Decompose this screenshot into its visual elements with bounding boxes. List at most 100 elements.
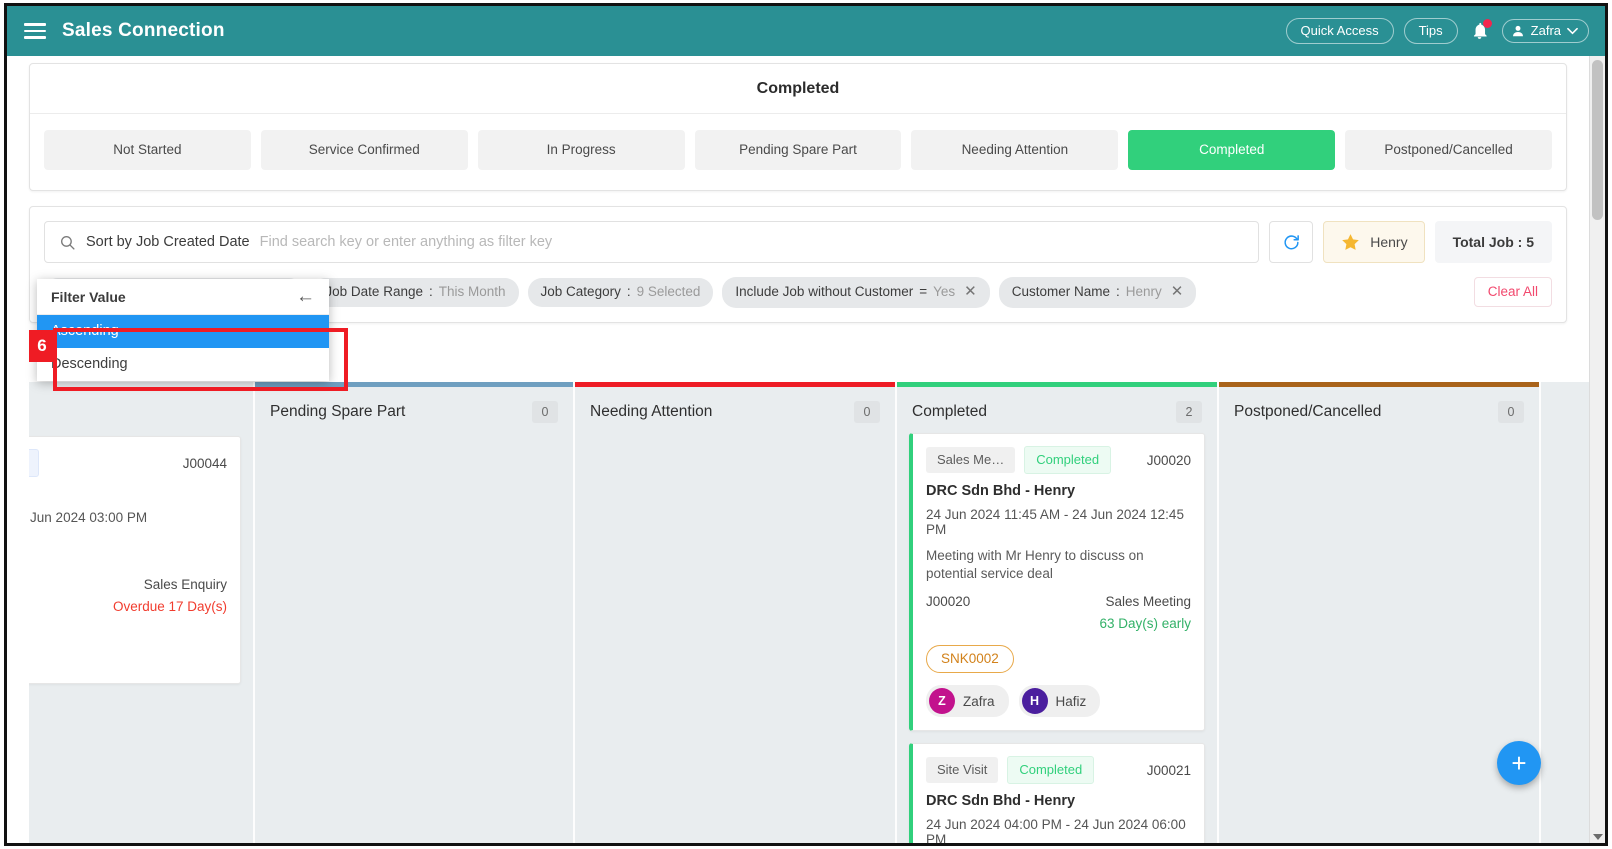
card-status-tag: Completed — [1024, 446, 1112, 474]
star-icon — [1342, 233, 1360, 250]
kanban-columns: Pending Spare Part 0 Needing Attention 0 Com… — [255, 382, 1541, 843]
assignee-name: Hafiz — [1055, 693, 1087, 709]
status-tab-in-progress[interactable]: In Progress — [477, 130, 685, 170]
column-count-badge: 0 — [532, 401, 558, 423]
card-header-row: Site Visit Completed J00021 — [926, 756, 1191, 785]
app-header: Sales Connection Quick Access Tips Zafra — [7, 6, 1605, 56]
card-job-number: J00020 — [1146, 452, 1191, 468]
notification-bell-icon[interactable] — [1468, 19, 1492, 43]
column-title: Postponed/Cancelled — [1234, 403, 1382, 420]
status-tab-pending-spare-part[interactable]: Pending Spare Part — [694, 130, 902, 170]
card-timing-text: 63 Day(s) early — [1099, 616, 1191, 632]
avatar: Z — [929, 688, 955, 715]
app-window: Sales Connection Quick Access Tips Zafra — [4, 3, 1608, 846]
column-header: Needing Attention 0 — [575, 387, 895, 433]
search-placeholder: Find search key or enter anything as fil… — [259, 234, 553, 250]
card-footer: J00020 Sales Meeting — [926, 594, 1191, 609]
avatar: H — [1021, 688, 1048, 715]
page-scrollbar-thumb[interactable] — [1592, 60, 1603, 220]
filter-chip-include-job-without-customer[interactable]: Include Job without Customer = Yes ✕ — [722, 277, 990, 308]
filter-chip-job-date-range[interactable]: Job Date Range: This Month — [312, 277, 519, 307]
chevron-down-icon — [1567, 27, 1578, 34]
quick-access-button[interactable]: Quick Access — [1285, 17, 1394, 45]
filter-panel: Sort by Job Created Date Find search key… — [29, 206, 1567, 381]
card-customer-name: DRC Sdn Bhd - Henry — [926, 793, 1076, 810]
chip-separator: : — [626, 283, 631, 299]
card-status-tag: Completed — [1007, 756, 1095, 785]
status-tab-not-started[interactable]: Not Started — [44, 130, 251, 170]
status-tab-service-confirmed[interactable]: Service Confirmed — [260, 130, 468, 170]
tips-button[interactable]: Tips — [1403, 17, 1458, 45]
assignee-hafiz[interactable]: H Hafiz — [1018, 685, 1101, 718]
search-row: Sort by Job Created Date Find search key… — [44, 221, 1552, 263]
main-content: Completed Not Started Service Confirmed In… — [7, 56, 1589, 843]
card-customer-name: - Henry — [29, 486, 227, 502]
chip-key: Include Job without Customer — [735, 283, 914, 299]
status-tab-needing-attention[interactable]: Needing Attention — [911, 130, 1119, 170]
annotation-step-number: 6 — [29, 330, 55, 362]
page-scrollbar[interactable] — [1589, 56, 1605, 843]
job-card-J00021[interactable]: Site Visit Completed J00021 DRC Sdn Bhd - H… — [909, 743, 1205, 843]
header-actions: Quick Access Tips Zafra — [1285, 17, 1605, 45]
add-job-button[interactable]: + — [1497, 741, 1541, 785]
card-reference-tag[interactable]: SNK0002 — [926, 645, 1014, 674]
job-card-J00044[interactable]: In Progress J00044 - Henry 2:00 PM - 10 … — [29, 436, 241, 684]
assignee-zafra[interactable]: Z Zafra — [926, 685, 1009, 718]
chip-separator: : — [1116, 283, 1120, 299]
card-header-row: Sales Me… Completed J00020 — [926, 446, 1191, 474]
kanban-column-pending-spare-part: Pending Spare Part 0 — [255, 382, 575, 843]
favourite-filter-label: Henry — [1370, 234, 1408, 250]
kanban-column-postponed-cancelled: Postponed/Cancelled 0 — [1219, 382, 1541, 843]
column-title: Pending Spare Part — [270, 403, 406, 420]
card-category: Sales Meeting — [1105, 594, 1191, 610]
chip-remove-icon[interactable]: ✕ — [1171, 282, 1184, 302]
status-tab-postponed-cancelled[interactable]: Postponed/Cancelled — [1345, 130, 1553, 170]
filter-option-ascending[interactable]: Ascending — [37, 315, 329, 348]
filter-chip-customer-name[interactable]: Customer Name: Henry ✕ — [998, 277, 1197, 308]
filter-value-title: Filter Value — [51, 288, 126, 305]
refresh-button[interactable] — [1269, 221, 1314, 263]
scrollbar-down-arrow-icon[interactable] — [1593, 834, 1603, 840]
column-title: Completed — [912, 403, 987, 420]
kanban-column-needing-attention: Needing Attention 0 — [575, 382, 897, 843]
card-job-no: J00020 — [926, 594, 971, 610]
notification-badge-dot — [1482, 19, 1492, 28]
chip-key: Job Category — [540, 283, 621, 299]
user-menu-button[interactable]: Zafra — [1501, 19, 1589, 43]
chip-separator: = — [919, 283, 928, 299]
kanban-column-completed: Completed 2 Sales Me… Completed J00020 DRC Sd… — [897, 382, 1219, 843]
status-tab-list: Not Started Service Confirmed In Progress P… — [30, 114, 1566, 190]
card-date-range: 24 Jun 2024 11:45 AM - 24 Jun 2024 12:45… — [926, 507, 1184, 537]
refresh-icon — [1284, 234, 1299, 249]
card-assignee-list: Z Zafra H Hafiz — [926, 685, 1191, 718]
total-job-count: Total Job : 5 — [1434, 221, 1552, 263]
card-customer-name: DRC Sdn Bhd - Henry — [926, 483, 1076, 499]
filter-value-header: Filter Value ← — [37, 279, 329, 315]
column-header: Postponed/Cancelled 0 — [1219, 387, 1539, 433]
card-status-tag: In Progress — [29, 449, 40, 477]
hamburger-menu-icon[interactable] — [24, 23, 46, 39]
favourite-filter-button[interactable]: Henry — [1323, 221, 1425, 263]
column-title: Needing Attention — [590, 403, 713, 420]
app-title: Sales Connection — [62, 20, 225, 41]
back-arrow-icon[interactable]: ← — [296, 287, 315, 306]
assignee-name: Zafra — [963, 693, 995, 709]
user-name: Zafra — [1530, 23, 1561, 38]
clear-all-button[interactable]: Clear All — [1473, 277, 1552, 308]
status-panel: Completed Not Started Service Confirmed In… — [29, 63, 1567, 191]
card-category-tag: Sales Me… — [926, 447, 1016, 473]
chip-value: This Month — [438, 283, 506, 299]
chip-remove-icon[interactable]: ✕ — [964, 282, 977, 302]
filter-chip-job-category[interactable]: Job Category:9 Selected — [527, 277, 714, 307]
job-card-J00020[interactable]: Sales Me… Completed J00020 DRC Sdn Bhd - He… — [909, 433, 1205, 732]
status-tab-completed[interactable]: Completed — [1128, 130, 1336, 170]
filter-option-descending[interactable]: Descending — [37, 348, 329, 381]
card-date-range: 24 Jun 2024 04:00 PM - 24 Jun 2024 06:00… — [926, 817, 1186, 843]
column-card-list: Sales Me… Completed J00020 DRC Sdn Bhd - He… — [897, 433, 1217, 843]
kanban-column-clipped: In Progress J00044 - Henry 2:00 PM - 10 … — [29, 382, 255, 843]
page-title: Completed — [30, 64, 1566, 114]
card-category-tag: Site Visit — [926, 757, 999, 784]
search-input[interactable]: Sort by Job Created Date Find search key… — [44, 221, 1260, 263]
card-header-row: In Progress J00044 — [29, 449, 227, 477]
search-sort-label: Sort by Job Created Date — [86, 234, 250, 250]
